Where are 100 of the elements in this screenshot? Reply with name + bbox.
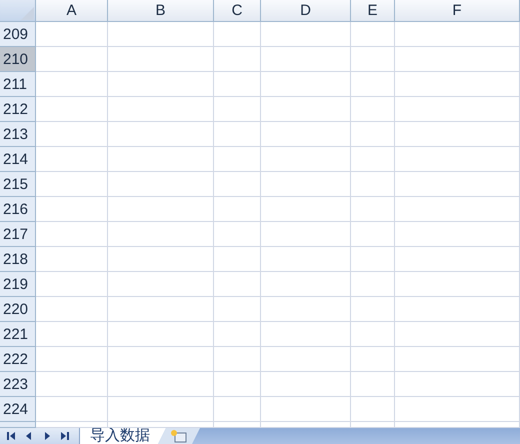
table-cell[interactable] xyxy=(108,247,214,272)
table-cell[interactable] xyxy=(261,372,351,397)
table-cell[interactable] xyxy=(395,47,520,72)
table-cell[interactable] xyxy=(214,247,261,272)
table-cell[interactable] xyxy=(214,172,261,197)
table-cell[interactable] xyxy=(395,72,520,97)
table-cell[interactable] xyxy=(351,397,395,422)
table-cell[interactable] xyxy=(395,247,520,272)
table-cell[interactable] xyxy=(395,322,520,347)
table-cell[interactable] xyxy=(36,222,108,247)
table-cell[interactable] xyxy=(108,272,214,297)
row-header[interactable]: 212 xyxy=(0,97,36,122)
table-cell[interactable] xyxy=(351,47,395,72)
table-cell[interactable] xyxy=(214,222,261,247)
table-cell[interactable] xyxy=(395,122,520,147)
table-cell[interactable] xyxy=(351,322,395,347)
table-cell[interactable] xyxy=(214,322,261,347)
table-cell[interactable] xyxy=(395,197,520,222)
table-cell[interactable] xyxy=(351,122,395,147)
table-cell[interactable] xyxy=(36,322,108,347)
table-cell[interactable] xyxy=(108,147,214,172)
table-cell[interactable] xyxy=(108,47,214,72)
table-cell[interactable] xyxy=(351,147,395,172)
row-header[interactable]: 210 xyxy=(0,47,36,72)
row-header[interactable]: 220 xyxy=(0,297,36,322)
table-cell[interactable] xyxy=(261,347,351,372)
row-header[interactable]: 214 xyxy=(0,147,36,172)
table-cell[interactable] xyxy=(351,197,395,222)
table-cell[interactable] xyxy=(395,297,520,322)
table-cell[interactable] xyxy=(108,172,214,197)
table-cell[interactable] xyxy=(261,272,351,297)
table-cell[interactable] xyxy=(351,247,395,272)
table-cell[interactable] xyxy=(214,197,261,222)
table-cell[interactable] xyxy=(351,272,395,297)
table-cell[interactable] xyxy=(395,22,520,47)
select-all-button[interactable] xyxy=(0,0,36,22)
table-cell[interactable] xyxy=(261,297,351,322)
table-cell[interactable] xyxy=(36,297,108,322)
table-cell[interactable] xyxy=(214,347,261,372)
table-cell[interactable] xyxy=(261,197,351,222)
table-cell[interactable] xyxy=(108,72,214,97)
table-cell[interactable] xyxy=(214,372,261,397)
row-header[interactable]: 221 xyxy=(0,322,36,347)
row-header[interactable]: 209 xyxy=(0,22,36,47)
table-cell[interactable] xyxy=(261,47,351,72)
table-cell[interactable] xyxy=(108,122,214,147)
table-cell[interactable] xyxy=(261,147,351,172)
table-cell[interactable] xyxy=(351,372,395,397)
table-cell[interactable] xyxy=(351,222,395,247)
table-cell[interactable] xyxy=(36,97,108,122)
row-header[interactable]: 219 xyxy=(0,272,36,297)
row-header[interactable]: 213 xyxy=(0,122,36,147)
table-cell[interactable] xyxy=(108,372,214,397)
table-cell[interactable] xyxy=(36,247,108,272)
row-header[interactable]: 222 xyxy=(0,347,36,372)
table-cell[interactable] xyxy=(395,347,520,372)
table-cell[interactable] xyxy=(395,97,520,122)
table-cell[interactable] xyxy=(214,122,261,147)
table-cell[interactable] xyxy=(108,347,214,372)
table-cell[interactable] xyxy=(108,397,214,422)
table-cell[interactable] xyxy=(36,22,108,47)
table-cell[interactable] xyxy=(261,72,351,97)
table-cell[interactable] xyxy=(36,197,108,222)
first-sheet-icon[interactable] xyxy=(5,430,17,442)
row-header[interactable]: 224 xyxy=(0,397,36,422)
column-header[interactable]: D xyxy=(261,0,351,22)
column-header[interactable]: F xyxy=(395,0,520,22)
table-cell[interactable] xyxy=(108,322,214,347)
last-sheet-icon[interactable] xyxy=(59,430,71,442)
table-cell[interactable] xyxy=(261,22,351,47)
table-cell[interactable] xyxy=(108,197,214,222)
row-header[interactable]: 217 xyxy=(0,222,36,247)
row-header[interactable]: 215 xyxy=(0,172,36,197)
table-cell[interactable] xyxy=(351,22,395,47)
table-cell[interactable] xyxy=(261,172,351,197)
table-cell[interactable] xyxy=(261,397,351,422)
table-cell[interactable] xyxy=(395,397,520,422)
column-header[interactable]: E xyxy=(351,0,395,22)
table-cell[interactable] xyxy=(261,97,351,122)
table-cell[interactable] xyxy=(36,397,108,422)
table-cell[interactable] xyxy=(395,222,520,247)
table-cell[interactable] xyxy=(214,272,261,297)
table-cell[interactable] xyxy=(36,172,108,197)
table-cell[interactable] xyxy=(108,297,214,322)
table-cell[interactable] xyxy=(261,122,351,147)
table-cell[interactable] xyxy=(351,172,395,197)
table-cell[interactable] xyxy=(214,97,261,122)
table-cell[interactable] xyxy=(214,22,261,47)
table-cell[interactable] xyxy=(395,372,520,397)
table-cell[interactable] xyxy=(36,47,108,72)
table-cell[interactable] xyxy=(395,172,520,197)
column-header[interactable]: A xyxy=(36,0,108,22)
table-cell[interactable] xyxy=(36,372,108,397)
table-cell[interactable] xyxy=(351,297,395,322)
table-cell[interactable] xyxy=(108,222,214,247)
row-header[interactable]: 218 xyxy=(0,247,36,272)
row-header[interactable]: 216 xyxy=(0,197,36,222)
table-cell[interactable] xyxy=(214,297,261,322)
table-cell[interactable] xyxy=(36,122,108,147)
table-cell[interactable] xyxy=(108,22,214,47)
